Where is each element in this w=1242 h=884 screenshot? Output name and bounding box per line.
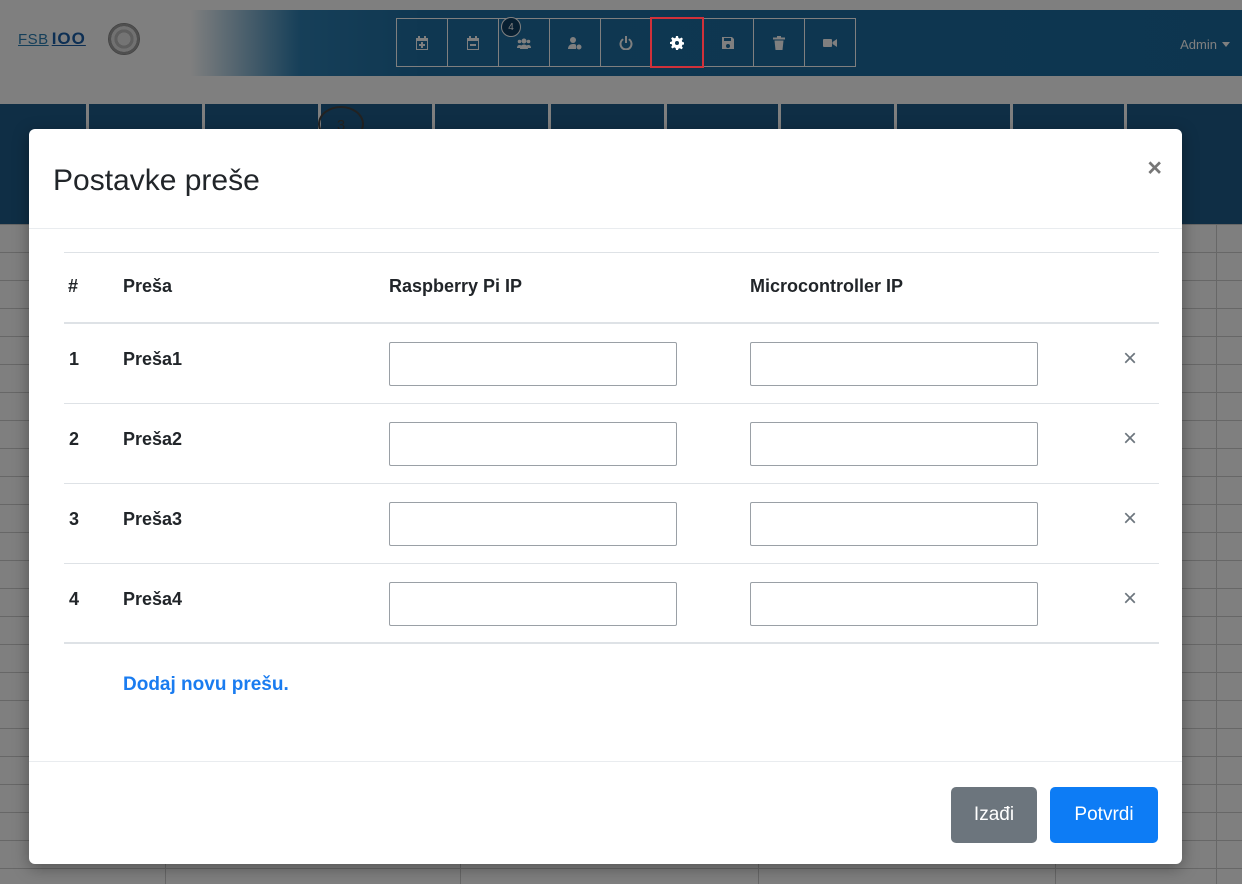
table-header: # Preša Raspberry Pi IP Microcontroller … (64, 252, 1159, 324)
press-name: Preša2 (123, 429, 183, 449)
exit-button[interactable]: Izađi (951, 787, 1037, 843)
raspberry-ip-input[interactable] (389, 502, 677, 546)
press-name: Preša4 (123, 589, 183, 609)
row-number: 1 (69, 349, 80, 369)
row-number: 2 (69, 429, 80, 449)
table-row: 1 Preša1 × (64, 324, 1159, 404)
press-table: # Preša Raspberry Pi IP Microcontroller … (64, 252, 1159, 644)
gear-icon (670, 35, 684, 50)
confirm-button[interactable]: Potvrdi (1050, 787, 1158, 843)
delete-row-icon[interactable]: × (1123, 347, 1137, 371)
raspberry-ip-input[interactable] (389, 422, 677, 466)
settings-button[interactable] (650, 17, 704, 68)
delete-row-icon[interactable]: × (1123, 507, 1137, 531)
microcontroller-ip-input[interactable] (750, 502, 1038, 546)
modal-footer: Izađi Potvrdi (29, 761, 1182, 864)
close-icon[interactable]: × (1147, 156, 1162, 181)
row-number: 4 (69, 589, 80, 609)
table-row: 2 Preša2 × (64, 404, 1159, 484)
delete-row-icon[interactable]: × (1123, 587, 1137, 611)
modal-header: Postavke preše × (29, 129, 1182, 229)
table-row: 3 Preša3 × (64, 484, 1159, 564)
microcontroller-ip-input[interactable] (750, 422, 1038, 466)
row-number: 3 (69, 509, 80, 529)
raspberry-ip-input[interactable] (389, 582, 677, 626)
press-name: Preša1 (123, 349, 183, 369)
raspberry-ip-input[interactable] (389, 342, 677, 386)
microcontroller-ip-input[interactable] (750, 582, 1038, 626)
microcontroller-ip-input[interactable] (750, 342, 1038, 386)
modal-title: Postavke preše (53, 164, 260, 197)
column-header-raspberry-ip: Raspberry Pi IP (389, 276, 523, 296)
table-row: 4 Preša4 × (64, 564, 1159, 644)
column-header-press: Preša (123, 276, 173, 296)
add-new-press-link[interactable]: Dodaj novu prešu. (123, 674, 289, 696)
column-header-number: # (68, 276, 79, 296)
press-name: Preša3 (123, 509, 183, 529)
column-header-microcontroller-ip: Microcontroller IP (750, 276, 904, 296)
delete-row-icon[interactable]: × (1123, 427, 1137, 451)
press-settings-modal: Postavke preše × # Preša Raspberry Pi IP… (29, 129, 1182, 864)
